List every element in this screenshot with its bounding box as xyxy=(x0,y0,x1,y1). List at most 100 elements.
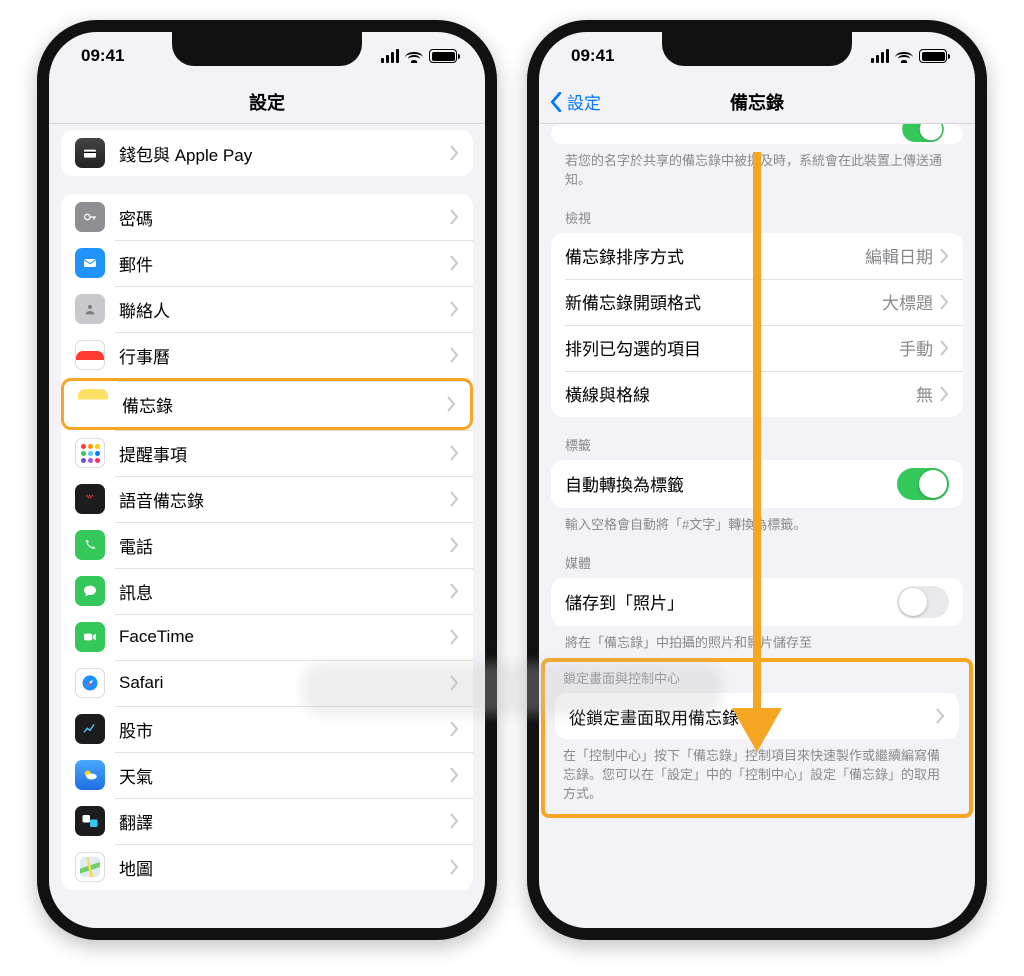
row-safari[interactable]: Safari xyxy=(61,660,473,706)
status-time: 09:41 xyxy=(81,46,124,66)
row-label: 提醒事項 xyxy=(119,441,449,466)
row-lines-grids[interactable]: 橫線與格線 無 xyxy=(551,371,963,417)
row-phone[interactable]: 電話 xyxy=(61,522,473,568)
chevron-right-icon xyxy=(939,340,949,356)
row-label: 聯絡人 xyxy=(119,297,449,322)
row-facetime[interactable]: FaceTime xyxy=(61,614,473,660)
screen: 09:41 設定 錢包與 Apple Pay xyxy=(49,32,485,928)
translate-icon xyxy=(75,806,105,836)
row-label: 地圖 xyxy=(119,855,449,880)
row-calendar[interactable]: 行事曆 xyxy=(61,332,473,378)
reminders-icon xyxy=(75,438,105,468)
highlight-lock-section: 鎖定畫面與控制中心 從鎖定畫面取用備忘錄 在「控制中心」按下「備忘錄」控制項目來… xyxy=(541,658,973,818)
safari-icon xyxy=(75,668,105,698)
chevron-right-icon xyxy=(449,675,459,691)
row-label: 排列已勾選的項目 xyxy=(565,335,899,360)
group-media: 媒體 儲存到「照片」 將在「備忘錄」中拍攝的照片和影片儲存至 xyxy=(551,553,963,653)
row-label: 橫線與格線 xyxy=(565,381,916,406)
row-value: 無 xyxy=(916,381,933,406)
row-label: 密碼 xyxy=(119,205,449,230)
row-translate[interactable]: 翻譯 xyxy=(61,798,473,844)
device-notch xyxy=(172,32,362,66)
chevron-right-icon xyxy=(449,721,459,737)
navbar: 設定 備忘錄 xyxy=(539,80,975,124)
navbar: 設定 xyxy=(49,80,485,124)
cellular-icon xyxy=(381,49,399,63)
chevron-right-icon xyxy=(449,209,459,225)
chevron-right-icon xyxy=(449,145,459,161)
notes-settings-content[interactable]: 若您的名字於共享的備忘錄中被提及時，系統會在此裝置上傳送通知。 檢視 備忘錄排序… xyxy=(539,124,975,928)
header-lock: 鎖定畫面與控制中心 xyxy=(553,668,961,693)
chevron-right-icon xyxy=(449,255,459,271)
phone-right: 09:41 設定 備忘錄 若您的名字於共享的備忘錄中被提及時，系統會在此裝置上傳… xyxy=(527,20,987,940)
back-button[interactable]: 設定 xyxy=(549,80,601,123)
row-mail[interactable]: 郵件 xyxy=(61,240,473,286)
mention-toggle[interactable] xyxy=(902,124,944,142)
row-lock-screen-access[interactable]: 從鎖定畫面取用備忘錄 xyxy=(555,693,959,739)
weather-icon xyxy=(75,760,105,790)
chevron-right-icon xyxy=(449,301,459,317)
chevron-right-icon xyxy=(939,386,949,402)
row-checked-items[interactable]: 排列已勾選的項目 手動 xyxy=(551,325,963,371)
chevron-right-icon xyxy=(449,629,459,645)
mail-icon xyxy=(75,248,105,278)
row-stocks[interactable]: 股市 xyxy=(61,706,473,752)
row-label: 郵件 xyxy=(119,251,449,276)
chevron-right-icon xyxy=(449,767,459,783)
battery-icon xyxy=(429,49,457,63)
chevron-right-icon xyxy=(939,248,949,264)
device-notch xyxy=(662,32,852,66)
back-label: 設定 xyxy=(567,89,601,114)
status-indicators xyxy=(381,49,457,63)
group-tags: 標籤 自動轉換為標籤 輸入空格會自動將「#文字」轉換為標籤。 xyxy=(551,435,963,535)
row-passwords[interactable]: 密碼 xyxy=(61,194,473,240)
row-label: 翻譯 xyxy=(119,809,449,834)
chevron-right-icon xyxy=(449,813,459,829)
stocks-icon xyxy=(75,714,105,744)
voice-memos-icon xyxy=(75,484,105,514)
row-auto-tags[interactable]: 自動轉換為標籤 xyxy=(551,460,963,508)
settings-content[interactable]: 錢包與 Apple Pay 密碼 xyxy=(49,124,485,928)
wallet-icon xyxy=(75,138,105,168)
page-title: 設定 xyxy=(249,89,285,115)
row-weather[interactable]: 天氣 xyxy=(61,752,473,798)
row-label: Safari xyxy=(119,673,449,693)
chevron-right-icon xyxy=(449,491,459,507)
row-new-note-style[interactable]: 新備忘錄開頭格式 大標題 xyxy=(551,279,963,325)
settings-group-apps: 密碼 郵件 聯絡人 xyxy=(61,194,473,890)
row-label: 錢包與 Apple Pay xyxy=(119,141,449,166)
row-voicememos[interactable]: 語音備忘錄 xyxy=(61,476,473,522)
row-label: 股市 xyxy=(119,717,449,742)
header-media: 媒體 xyxy=(551,553,963,578)
row-value: 編輯日期 xyxy=(865,243,933,268)
lock-footer: 在「控制中心」按下「備忘錄」控制項目來快速製作或繼續編寫備忘錄。您可以在「設定」… xyxy=(553,739,961,804)
row-label: 語音備忘錄 xyxy=(119,487,449,512)
header-tags: 標籤 xyxy=(551,435,963,460)
row-messages[interactable]: 訊息 xyxy=(61,568,473,614)
chevron-right-icon xyxy=(446,396,456,412)
save-photos-toggle[interactable] xyxy=(897,586,949,618)
facetime-icon xyxy=(75,622,105,652)
chevron-right-icon xyxy=(449,537,459,553)
row-sort[interactable]: 備忘錄排序方式 編輯日期 xyxy=(551,233,963,279)
media-footer: 將在「備忘錄」中拍攝的照片和影片儲存至 xyxy=(551,626,963,653)
row-label: 儲存到「照片」 xyxy=(565,589,897,614)
status-time: 09:41 xyxy=(571,46,614,66)
maps-icon xyxy=(75,852,105,882)
row-label: 自動轉換為標籤 xyxy=(565,471,897,496)
row-notes[interactable]: 備忘錄 xyxy=(61,378,473,430)
mention-footer: 若您的名字於共享的備忘錄中被提及時，系統會在此裝置上傳送通知。 xyxy=(551,144,963,190)
row-value: 手動 xyxy=(899,335,933,360)
row-maps[interactable]: 地圖 xyxy=(61,844,473,890)
row-save-photos[interactable]: 儲存到「照片」 xyxy=(551,578,963,626)
auto-tags-toggle[interactable] xyxy=(897,468,949,500)
status-indicators xyxy=(871,49,947,63)
row-contacts[interactable]: 聯絡人 xyxy=(61,286,473,332)
row-reminders[interactable]: 提醒事項 xyxy=(61,430,473,476)
row-label: 新備忘錄開頭格式 xyxy=(565,289,882,314)
key-icon xyxy=(75,202,105,232)
row-wallet[interactable]: 錢包與 Apple Pay xyxy=(61,130,473,176)
wifi-icon xyxy=(895,50,913,63)
chevron-right-icon xyxy=(449,445,459,461)
header-view: 檢視 xyxy=(551,208,963,233)
